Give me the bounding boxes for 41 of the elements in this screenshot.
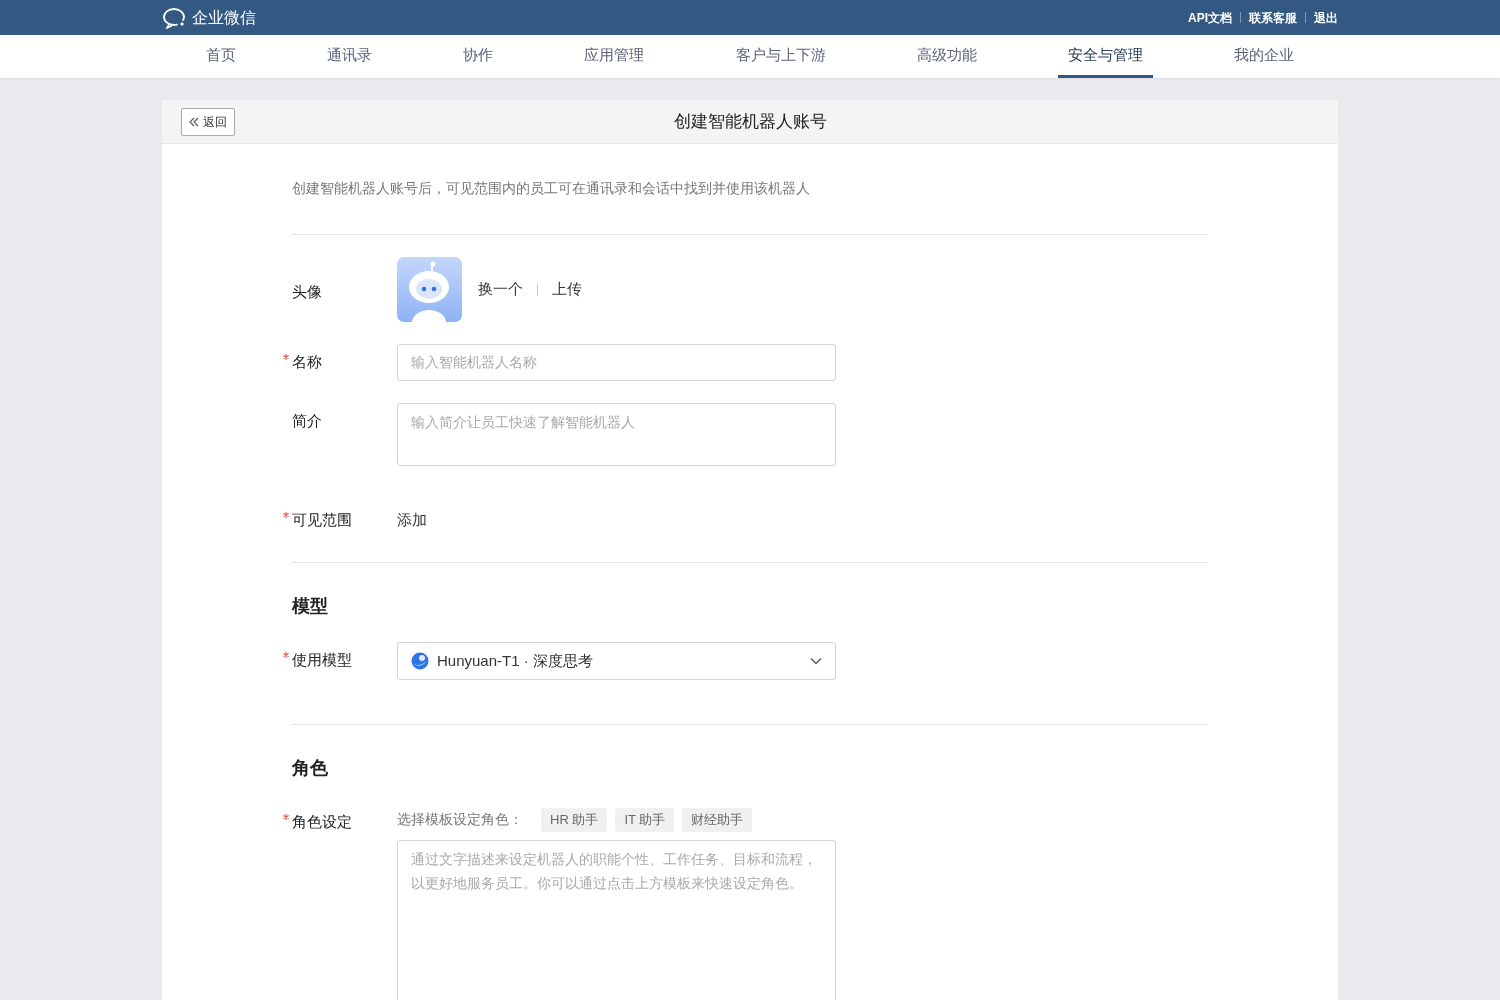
page-title: 创建智能机器人账号 xyxy=(673,110,827,133)
separator xyxy=(1305,12,1306,23)
nav-tab[interactable]: 协作 xyxy=(453,35,504,78)
nav-tab[interactable]: 高级功能 xyxy=(906,35,987,78)
intro-textarea[interactable]: 输入简介让员工快速了解智能机器人 xyxy=(397,403,836,466)
brand-name: 企业微信 xyxy=(192,7,256,28)
template-hint: 选择模板设定角色： xyxy=(397,810,523,830)
separator xyxy=(1240,12,1241,23)
model-select[interactable]: Hunyuan-T1 · 深度思考 xyxy=(397,641,836,680)
section-title: 模型 xyxy=(292,594,329,618)
field-label: 可见范围 xyxy=(292,511,352,528)
nav-tab[interactable]: 应用管理 xyxy=(574,35,655,78)
header-link[interactable]: 退出 xyxy=(1314,8,1338,27)
name-input[interactable]: 输入智能机器人名称 xyxy=(397,344,836,381)
chevron-down-icon xyxy=(810,656,822,665)
model-logo-icon xyxy=(411,651,429,670)
nav-tab[interactable]: 客户与上下游 xyxy=(725,35,836,78)
field-label: 名称 xyxy=(292,353,322,370)
template-chip[interactable]: HR 助手 xyxy=(541,808,608,832)
nav-tab[interactable]: 通讯录 xyxy=(316,35,382,78)
field-label: 角色设定 xyxy=(292,813,352,830)
chat-bubble-logo-icon xyxy=(162,6,188,29)
section-title: 角色 xyxy=(292,757,329,780)
avatar-action-link[interactable]: 换一个 xyxy=(478,278,523,301)
template-chip[interactable]: 财经助手 xyxy=(682,808,753,832)
field-label: 头像 xyxy=(292,283,322,300)
nav-tab[interactable]: 首页 xyxy=(195,35,246,78)
field-label: 使用模型 xyxy=(292,650,352,668)
field-label: 简介 xyxy=(292,412,322,429)
robot-avatar-icon xyxy=(397,257,462,322)
add-link[interactable]: 添加 xyxy=(397,509,427,532)
avatar-action-link[interactable]: 上传 xyxy=(552,278,582,301)
nav-tab[interactable]: 我的企业 xyxy=(1224,35,1305,78)
role-textarea[interactable]: 通过文字描述来设定机器人的职能个性、工作任务、目标和流程，以更好地服务员工。你可以通过点击上方模板来快速设定角色。 xyxy=(397,839,836,1000)
back-button[interactable]: 返回 xyxy=(181,107,235,136)
description: 创建智能机器人账号后，可见范围内的员工可在通讯录和会话中找到并使用该机器人 xyxy=(292,179,811,198)
double-chevron-left-icon xyxy=(189,116,199,127)
header-link[interactable]: API文档 xyxy=(1188,8,1232,27)
nav-tab[interactable]: 安全与管理 xyxy=(1058,35,1154,78)
template-chip[interactable]: IT 助手 xyxy=(615,808,675,832)
header-link[interactable]: 联系客服 xyxy=(1249,8,1297,27)
